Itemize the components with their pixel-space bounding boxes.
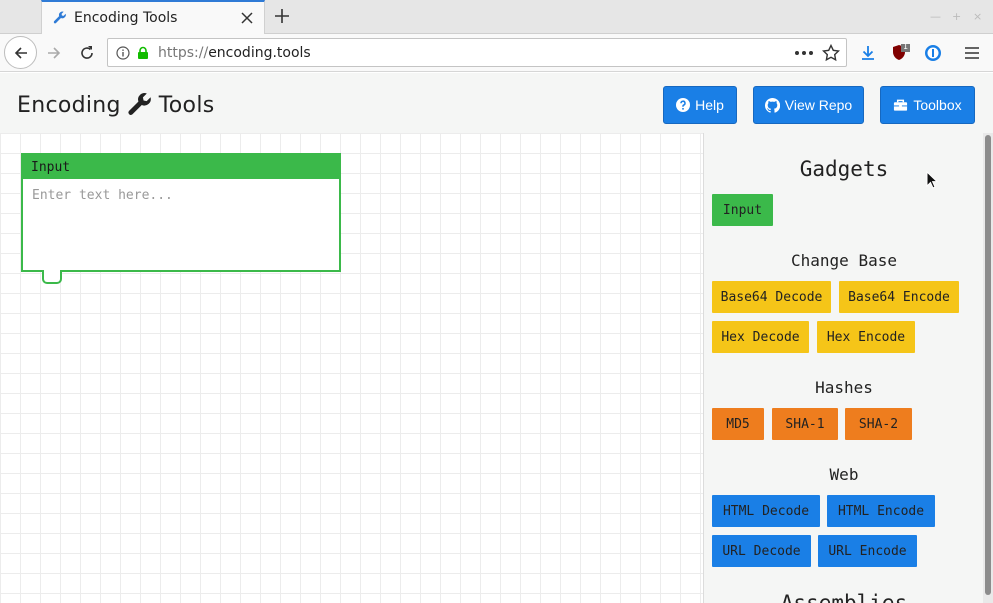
gadget-sha2-button[interactable]: SHA-2 bbox=[845, 408, 912, 440]
toolbox-label: Toolbox bbox=[913, 97, 962, 113]
page: Encoding Tools Help View Repo Toolbox In… bbox=[0, 73, 993, 603]
sidebar-scrollbar[interactable] bbox=[983, 133, 993, 603]
workspace-canvas[interactable]: Input bbox=[0, 133, 703, 603]
view-repo-label: View Repo bbox=[784, 97, 853, 113]
gadget-input-button[interactable]: Input bbox=[712, 194, 773, 226]
browser-nav-bar: https://encoding.tools 1 bbox=[0, 34, 993, 72]
browser-tab[interactable]: Encoding Tools bbox=[41, 0, 265, 34]
gadgets-sidebar: Gadgets Input Change Base Base64 Decode … bbox=[703, 133, 983, 603]
input-textarea[interactable] bbox=[23, 179, 339, 267]
close-icon[interactable] bbox=[240, 11, 254, 25]
gadget-url-encode-button[interactable]: URL Encode bbox=[818, 535, 917, 567]
wrench-icon bbox=[128, 93, 151, 115]
toolbox-icon bbox=[894, 99, 908, 111]
page-actions-icon[interactable] bbox=[792, 43, 816, 63]
question-circle-icon bbox=[676, 98, 691, 112]
github-icon bbox=[764, 97, 780, 113]
help-button[interactable]: Help bbox=[663, 86, 737, 124]
web-title: Web bbox=[829, 465, 859, 484]
assemblies-title: Assemblies bbox=[780, 591, 908, 603]
mouse-cursor-icon bbox=[926, 171, 938, 189]
gadget-hex-encode-button[interactable]: Hex Encode bbox=[817, 321, 915, 353]
ublock-icon[interactable]: 1 bbox=[890, 42, 912, 64]
wrench-icon bbox=[52, 10, 68, 26]
reload-button[interactable] bbox=[75, 41, 99, 65]
download-icon[interactable] bbox=[857, 42, 879, 64]
maximize-icon[interactable]: + bbox=[952, 10, 961, 23]
new-tab-button[interactable] bbox=[272, 6, 292, 26]
gadget-sha1-button[interactable]: SHA-1 bbox=[772, 408, 838, 440]
view-repo-button[interactable]: View Repo bbox=[753, 86, 864, 124]
gadget-base64-encode-button[interactable]: Base64 Encode bbox=[839, 281, 959, 313]
hashes-title: Hashes bbox=[815, 378, 873, 397]
help-label: Help bbox=[695, 97, 724, 113]
gadgets-title: Gadgets bbox=[799, 157, 889, 181]
tab-title: Encoding Tools bbox=[74, 10, 178, 26]
input-block-title[interactable]: Input bbox=[23, 155, 339, 179]
lock-icon bbox=[138, 46, 148, 59]
toolbox-button[interactable]: Toolbox bbox=[880, 86, 975, 124]
change-base-title: Change Base bbox=[791, 251, 897, 270]
browser-tab-bar: Encoding Tools — + × bbox=[0, 0, 993, 34]
site-brand[interactable]: Encoding Tools bbox=[17, 92, 215, 118]
brand-text-left: Encoding bbox=[17, 92, 121, 118]
address-bar[interactable]: https://encoding.tools bbox=[107, 38, 847, 67]
gadget-md5-button[interactable]: MD5 bbox=[712, 408, 764, 440]
addon-badge: 1 bbox=[903, 42, 909, 51]
gadget-html-decode-button[interactable]: HTML Decode bbox=[712, 495, 820, 527]
window-close-icon[interactable]: × bbox=[973, 10, 982, 23]
url-text: https://encoding.tools bbox=[158, 44, 311, 61]
scrollbar-thumb[interactable] bbox=[985, 135, 991, 595]
minimize-icon[interactable]: — bbox=[930, 10, 941, 23]
input-gadget-block[interactable]: Input bbox=[21, 153, 341, 284]
output-connector[interactable] bbox=[42, 270, 62, 284]
bookmark-star-icon[interactable] bbox=[820, 42, 842, 64]
gadget-url-decode-button[interactable]: URL Decode bbox=[712, 535, 811, 567]
hamburger-menu-icon[interactable] bbox=[961, 42, 983, 64]
forward-button[interactable] bbox=[42, 41, 66, 65]
gadget-html-encode-button[interactable]: HTML Encode bbox=[827, 495, 935, 527]
gadget-base64-decode-button[interactable]: Base64 Decode bbox=[712, 281, 831, 313]
password-manager-icon[interactable] bbox=[922, 42, 944, 64]
brand-text-right: Tools bbox=[158, 92, 215, 118]
info-icon[interactable] bbox=[116, 45, 130, 60]
back-button[interactable] bbox=[4, 36, 37, 69]
gadget-hex-decode-button[interactable]: Hex Decode bbox=[712, 321, 809, 353]
